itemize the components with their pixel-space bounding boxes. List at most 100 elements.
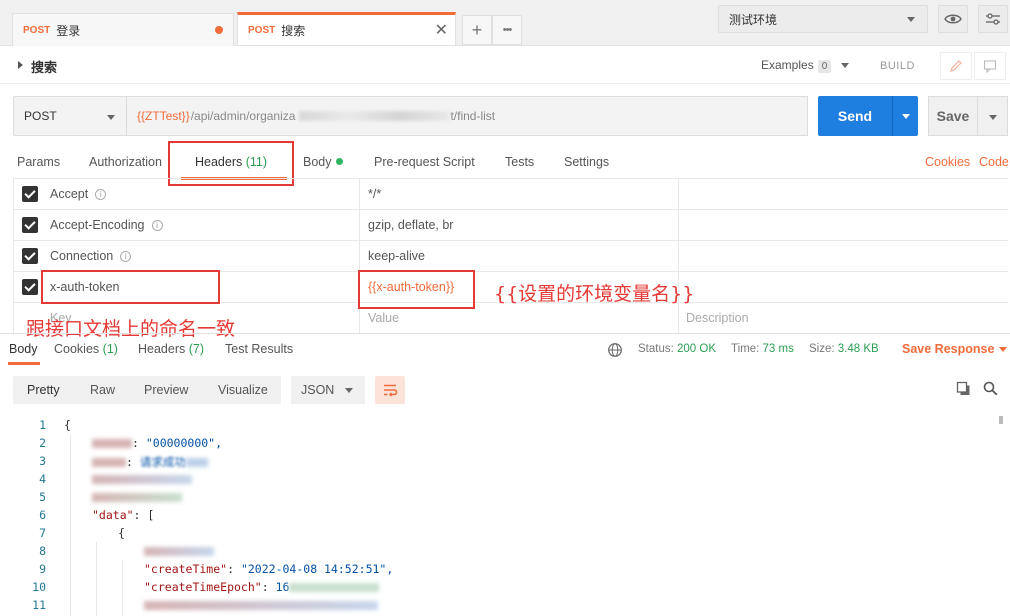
request-tabs: Params Authorization Headers (11) Body P…	[0, 148, 1010, 180]
code-line: "createTime": "2022-04-08 14:52:51",	[144, 562, 394, 576]
highlight-box-key	[41, 270, 220, 304]
header-key[interactable]: Accept i	[50, 187, 107, 201]
tab-authorization[interactable]: Authorization	[89, 155, 162, 169]
tab-response-headers[interactable]: Headers (7)	[138, 342, 204, 356]
response-size: 3.48 KB	[837, 343, 879, 355]
response-body-editor[interactable]: 1 2 3 4 5 6 7 8 9 10 11 { : "00000000", …	[0, 414, 1010, 616]
build-tab[interactable]: BUILD	[880, 60, 915, 72]
chevron-down-icon	[107, 115, 115, 120]
cookies-link[interactable]: Cookies	[925, 155, 970, 169]
code-line: : 请求成功	[92, 454, 208, 470]
close-icon[interactable]: ✕	[435, 20, 448, 40]
save-response-button[interactable]: Save Response	[902, 342, 1008, 356]
send-options-button[interactable]	[892, 96, 918, 136]
examples-dropdown[interactable]: Examples 0	[761, 58, 850, 73]
sliders-icon	[986, 13, 1000, 25]
new-description-input[interactable]: Description	[686, 311, 749, 325]
header-value[interactable]: keep-alive	[368, 249, 425, 263]
tab-tests[interactable]: Tests	[505, 155, 534, 169]
pencil-icon	[950, 60, 962, 72]
new-value-input[interactable]: Value	[368, 311, 399, 325]
chevron-down-icon	[999, 347, 1008, 353]
tab-search[interactable]: POST 搜索 ✕	[237, 12, 456, 45]
tab-body[interactable]: Body	[303, 155, 343, 169]
eye-icon	[944, 14, 962, 24]
line-number: 9	[39, 562, 46, 576]
tab-method: POST	[23, 24, 51, 36]
cookies-count: (1)	[102, 342, 118, 356]
url-input[interactable]: {{ZTTest}} /api/admin/organiza t/find-li…	[127, 96, 808, 136]
tab-prerequest-script[interactable]: Pre-request Script	[374, 155, 475, 169]
header-key[interactable]: Connection i	[50, 249, 132, 263]
unsaved-dot-icon	[215, 26, 223, 34]
active-tab-indicator	[8, 362, 40, 365]
request-name[interactable]: 搜索	[31, 57, 57, 76]
environment-select[interactable]: 测试环境	[718, 5, 928, 33]
tab-test-results[interactable]: Test Results	[225, 342, 293, 356]
line-number: 5	[39, 490, 46, 504]
comment-icon	[983, 60, 997, 73]
tab-settings[interactable]: Settings	[564, 155, 609, 169]
documentation-button[interactable]	[974, 52, 1006, 80]
tab-login[interactable]: POST 登录	[12, 13, 234, 46]
scrollbar[interactable]	[999, 416, 1003, 424]
checkbox[interactable]	[22, 217, 38, 233]
checkbox[interactable]	[22, 248, 38, 264]
code-line: {	[64, 418, 71, 432]
view-raw[interactable]: Raw	[90, 383, 115, 397]
header-value[interactable]: gzip, deflate, br	[368, 218, 453, 232]
plus-icon: +	[471, 19, 483, 40]
copy-icon[interactable]	[956, 381, 971, 396]
checkbox[interactable]	[22, 279, 38, 295]
edit-button[interactable]	[940, 52, 972, 80]
format-label: JSON	[301, 383, 335, 397]
chevron-down-icon	[907, 17, 915, 22]
response-view-switcher: Pretty Raw Preview Visualize	[13, 376, 281, 404]
code-line: : "00000000",	[92, 436, 222, 450]
manage-environments-button[interactable]	[978, 5, 1008, 33]
checkbox[interactable]	[22, 186, 38, 202]
code-link[interactable]: Code	[979, 155, 1009, 169]
chevron-down-icon	[902, 114, 910, 119]
status-dot-icon	[335, 158, 343, 165]
code-line	[92, 472, 192, 486]
environment-label: 测试环境	[729, 12, 778, 27]
headers-table: Accept i */* Accept-Encoding i gzip, defla…	[13, 178, 1008, 334]
caret-right-icon[interactable]	[18, 61, 23, 69]
header-key[interactable]: Accept-Encoding i	[50, 218, 163, 232]
tab-params[interactable]: Params	[17, 155, 60, 169]
code-line	[144, 544, 214, 558]
save-button[interactable]: Save	[928, 96, 978, 136]
save-options-button[interactable]	[978, 96, 1008, 136]
info-icon: i	[95, 189, 107, 200]
time-info: Time: 73 ms	[731, 343, 794, 355]
search-icon[interactable]	[983, 381, 998, 396]
examples-label: Examples	[761, 58, 814, 72]
new-tab-button[interactable]: +	[462, 15, 492, 45]
line-number: 6	[39, 508, 46, 522]
url-path-suffix: t/find-list	[450, 109, 496, 123]
request-tab-bar: POST 登录 POST 搜索 ✕ + ••• 测试环境	[0, 0, 1010, 46]
globe-icon[interactable]	[607, 342, 623, 358]
status-info: Status: 200 OK	[638, 343, 717, 355]
tab-response-body[interactable]: Body	[9, 342, 38, 356]
tab-method: POST	[248, 24, 276, 36]
view-pretty[interactable]: Pretty	[27, 383, 60, 397]
header-value[interactable]: */*	[368, 187, 381, 201]
wrap-icon	[384, 384, 398, 397]
url-variable: {{ZTTest}}	[137, 109, 190, 123]
view-visualize[interactable]: Visualize	[218, 383, 268, 397]
view-preview[interactable]: Preview	[144, 383, 188, 397]
wrap-lines-button[interactable]	[375, 376, 405, 404]
send-button[interactable]: Send	[818, 96, 892, 136]
table-row: Connection i keep-alive	[13, 241, 1008, 272]
chevron-down-icon	[989, 115, 997, 120]
status-code: 200 OK	[677, 343, 717, 355]
format-select[interactable]: JSON	[291, 376, 365, 404]
method-select[interactable]: POST	[13, 96, 127, 136]
tab-response-cookies[interactable]: Cookies (1)	[54, 342, 118, 356]
table-row: Accept-Encoding i gzip, deflate, br	[13, 210, 1008, 241]
tab-options-button[interactable]: •••	[492, 15, 522, 45]
environment-quick-look-button[interactable]	[938, 5, 968, 33]
redacted-text	[299, 111, 450, 121]
